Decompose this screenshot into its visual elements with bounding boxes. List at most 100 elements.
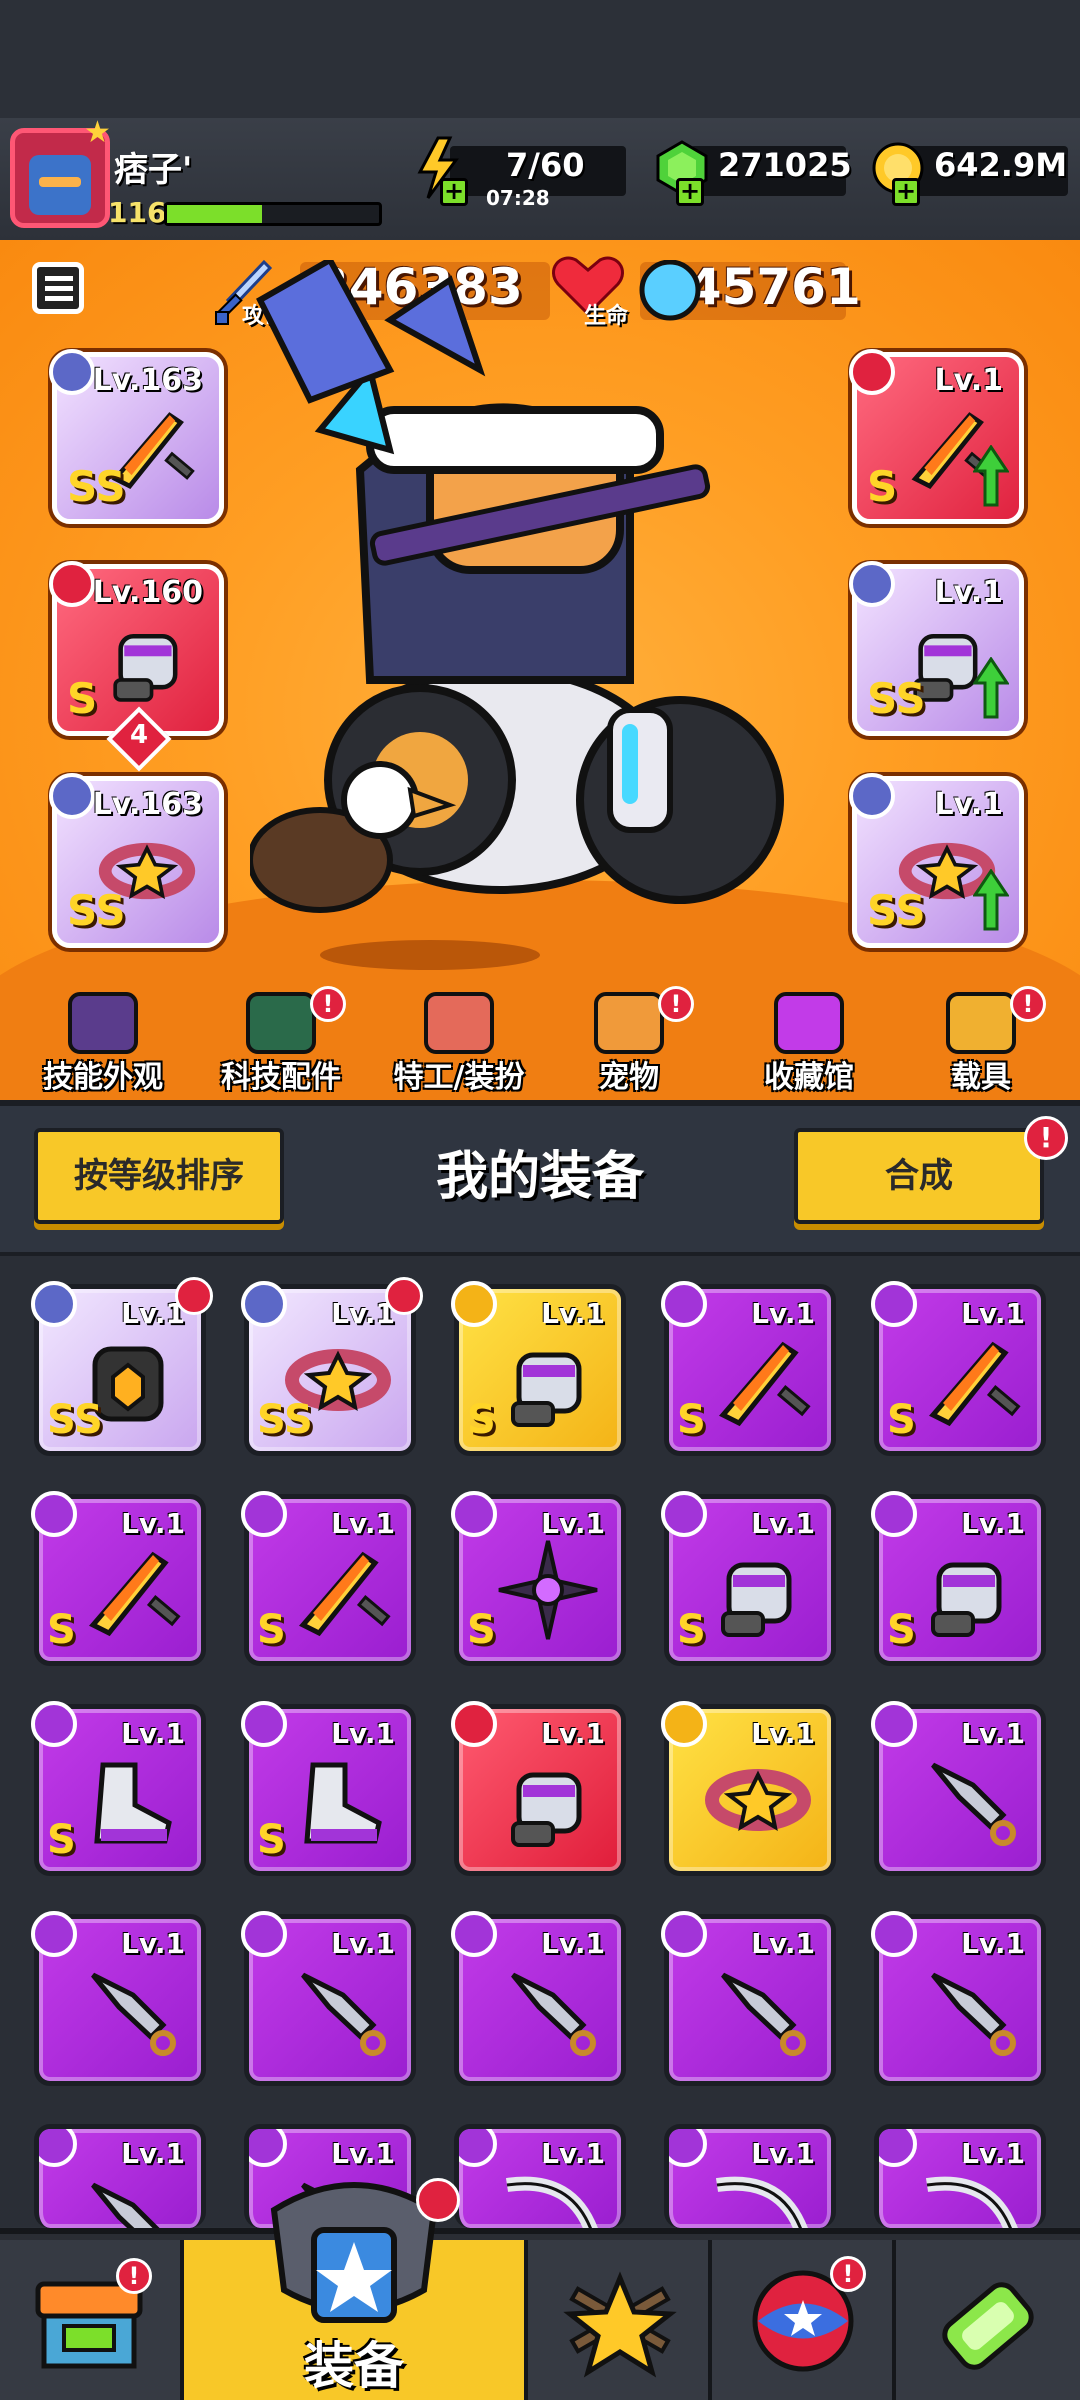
item-level: Lv.1 (751, 1297, 815, 1330)
inventory-item[interactable]: Lv.1 (451, 1911, 626, 2086)
scythe-icon (493, 2165, 603, 2228)
inventory-item[interactable]: Lv.1 (451, 1701, 626, 1876)
item-type-icon (871, 1911, 917, 1957)
inventory-item[interactable]: Lv.1 SS (31, 1277, 213, 1456)
inventory-item[interactable]: Lv.1 (31, 1911, 206, 2086)
equip-slot-rank: SS (867, 674, 926, 723)
nav-tab-world[interactable]: ! (712, 2240, 896, 2400)
feature-label: 特工/装扮 (393, 1060, 525, 1095)
merge-button[interactable]: 合成 (794, 1128, 1044, 1224)
tech-part-icon (246, 992, 316, 1054)
inventory-item[interactable]: Lv.1 S (241, 1701, 416, 1876)
inventory-item[interactable]: Lv.1 S (871, 1491, 1046, 1666)
item-level: Lv.1 (961, 1927, 1025, 1960)
feature-agent-outfit[interactable]: 特工/装扮 (374, 984, 544, 1100)
gems-plus-button[interactable]: + (676, 178, 704, 206)
equip-slot-level: Lv.163 (92, 363, 203, 398)
sort-by-level-button[interactable]: 按等级排序 (34, 1128, 284, 1224)
inventory-item[interactable]: Lv.1 (664, 2124, 836, 2228)
inventory-item[interactable]: Lv.1 S (241, 1491, 416, 1666)
equip-slot-level: Lv.1 (934, 363, 1004, 398)
inventory-item[interactable]: Lv.1 S (451, 1491, 626, 1666)
equip-slot-left-1[interactable]: Lv.163 SS (49, 349, 224, 524)
equip-slot-level: Lv.1 (934, 575, 1004, 610)
inventory-item[interactable]: Lv.1 S (871, 1281, 1046, 1456)
bottom-navigation: ! 装备 ! (0, 2178, 1080, 2400)
glove-icon (913, 1535, 1023, 1645)
inventory-item[interactable]: Lv.1 (661, 1911, 836, 2086)
hero-character[interactable] (250, 260, 790, 960)
player-level: 116 (108, 196, 167, 229)
inventory-item[interactable]: Lv.1 (34, 2124, 206, 2228)
boots-icon (283, 1745, 393, 1855)
energy-plus-button[interactable]: + (440, 178, 468, 206)
inventory-item[interactable]: Lv.1 SS (241, 1277, 423, 1456)
item-type-icon (39, 2129, 77, 2167)
status-bar (0, 0, 1080, 118)
kunai-icon (73, 1955, 183, 2065)
inventory-item[interactable]: Lv.1 (454, 2124, 626, 2228)
star-level-count: 4 (129, 720, 149, 750)
inventory-item[interactable]: Lv.1 (874, 2124, 1046, 2228)
inventory-item[interactable]: Lv.1 S (451, 1281, 626, 1456)
inventory-item[interactable]: Lv.1 (871, 1701, 1046, 1876)
item-type-icon (661, 1491, 707, 1537)
nav-tab-shop[interactable]: ! (0, 2240, 184, 2400)
equip-slot-right-3[interactable]: Lv.1 SS (849, 773, 1024, 948)
chain-necklace-icon (97, 609, 197, 709)
equip-slot-rank: SS (67, 462, 126, 511)
game-screen: ★ 痞子' 116 + 7/60 07:28 + 271025 + 642.9M… (0, 0, 1080, 2400)
nav-label-equipment: 装备 (304, 2337, 404, 2395)
nav-tab-gene[interactable] (896, 2240, 1080, 2400)
equip-slot-right-2[interactable]: Lv.1 SS (849, 561, 1024, 736)
equipment-notification-badge (416, 2178, 460, 2222)
item-type-icon (451, 1281, 497, 1327)
item-level: Lv.1 (121, 1507, 185, 1540)
item-level: Lv.1 (961, 1717, 1025, 1750)
feature-collection[interactable]: 收藏馆 (724, 984, 894, 1100)
scythe-icon (913, 2165, 1023, 2228)
sword-icon (703, 1325, 813, 1435)
item-level: Lv.1 (121, 2137, 185, 2170)
inventory-item[interactable]: Lv.1 (241, 1911, 416, 2086)
inventory-item[interactable]: Lv.1 (661, 1701, 836, 1876)
nav-tab-equipment[interactable]: 装备 (184, 2178, 528, 2400)
feature-label: 收藏馆 (764, 1060, 854, 1095)
item-type-icon (31, 1491, 77, 1537)
item-rank: SS (257, 1397, 313, 1443)
feature-label: 载具 (951, 1060, 1011, 1095)
equip-slot-left-3[interactable]: Lv.163 SS (49, 773, 224, 948)
item-level: Lv.1 (331, 2137, 395, 2170)
menu-list-button[interactable] (32, 262, 84, 314)
item-level: Lv.1 (751, 1927, 815, 1960)
xp-bar (164, 202, 382, 226)
item-type-icon (241, 1701, 287, 1747)
xp-bar-fill (167, 205, 263, 223)
feature-label: 宠物 (599, 1060, 659, 1095)
inventory-item[interactable]: Lv.1 (871, 1911, 1046, 2086)
feature-vehicle[interactable]: 载具! (896, 984, 1066, 1100)
kunai-icon (703, 1955, 813, 2065)
item-type-icon (661, 1701, 707, 1747)
agent-outfit-icon (424, 992, 494, 1054)
star-icon: ★ (84, 115, 111, 150)
coins-plus-button[interactable]: + (892, 178, 920, 206)
glove-icon (703, 1535, 813, 1645)
upgrade-arrow-icon (972, 444, 1010, 507)
equip-slot-level: Lv.1 (934, 787, 1004, 822)
upgrade-arrow-icon (972, 868, 1010, 931)
equip-slot-level: Lv.163 (92, 787, 203, 822)
nav-tab-talent[interactable] (528, 2240, 712, 2400)
feature-skill-skin[interactable]: 技能外观 (18, 984, 188, 1100)
inventory-item[interactable]: Lv.1 S (661, 1491, 836, 1666)
inventory-item[interactable]: Lv.1 S (31, 1491, 206, 1666)
feature-tech-part[interactable]: 科技配件! (196, 984, 366, 1100)
energy-value: 7/60 (506, 146, 585, 184)
feature-pet[interactable]: 宠物! (544, 984, 714, 1100)
item-type-icon (241, 1281, 287, 1327)
inventory-item[interactable]: Lv.1 S (31, 1701, 206, 1876)
item-rank: S (677, 1397, 706, 1443)
inventory-item[interactable]: Lv.1 S (661, 1281, 836, 1456)
equip-slot-right-1[interactable]: Lv.1 S (849, 349, 1024, 524)
coins-value: 642.9M (934, 146, 1068, 184)
